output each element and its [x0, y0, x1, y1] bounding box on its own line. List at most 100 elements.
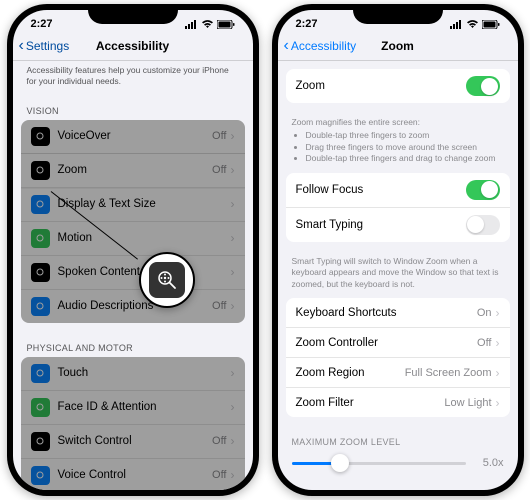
slider-value: 5.0x: [474, 457, 504, 469]
nav-bar: ‹ Accessibility Zoom: [278, 32, 518, 61]
focus-group: Follow Focus Smart Typing: [286, 173, 510, 242]
max-zoom-slider[interactable]: [292, 462, 466, 465]
cell-value: Full Screen Zoom: [405, 367, 492, 379]
follow-focus-toggle[interactable]: [466, 180, 500, 200]
max-zoom-header: MAXIMUM ZOOM LEVEL: [278, 427, 518, 451]
cell-label: Zoom Region: [296, 367, 405, 379]
battery-icon: [482, 20, 500, 29]
chevron-right-icon: ›: [231, 163, 235, 177]
section-header-vision: VISION: [13, 96, 253, 120]
cell-zoom-controller[interactable]: Zoom ControllerOff›: [286, 328, 510, 358]
status-icons: [450, 18, 500, 30]
chevron-left-icon: ‹: [284, 38, 289, 54]
clock: 2:27: [31, 18, 53, 30]
zoom-lens-icon: [156, 269, 178, 291]
cell-touch[interactable]: Touch›: [21, 357, 245, 391]
cell-value: Low Light: [444, 397, 491, 409]
phone-accessibility: 2:27 ‹ Settings Accessibility Accessibil…: [7, 4, 259, 496]
cell-value: Off: [212, 469, 226, 481]
cell-label: Keyboard Shortcuts: [296, 307, 477, 319]
chevron-right-icon: ›: [231, 468, 235, 482]
cell-value: Off: [212, 435, 226, 447]
zoom-icon-callout: [139, 252, 195, 308]
zoom-toggle-group: Zoom: [286, 69, 510, 103]
cellular-icon: [450, 20, 463, 29]
zoom-description: Zoom magnifies the entire screen: Double…: [278, 113, 518, 173]
row-icon: [31, 466, 50, 485]
cell-value: Off: [212, 130, 226, 142]
cell-voice-control[interactable]: Voice ControlOff ›: [21, 459, 245, 490]
back-button[interactable]: ‹ Settings: [13, 38, 70, 54]
row-icon: [31, 398, 50, 417]
chevron-right-icon: ›: [231, 231, 235, 245]
wifi-icon: [466, 20, 479, 29]
chevron-right-icon: ›: [231, 299, 235, 313]
cell-value: On: [477, 307, 492, 319]
battery-icon: [217, 20, 235, 29]
cell-audio-descriptions[interactable]: Audio DescriptionsOff ›: [21, 290, 245, 323]
cell-motion[interactable]: Motion›: [21, 222, 245, 256]
chevron-right-icon: ›: [496, 336, 500, 350]
chevron-left-icon: ‹: [19, 38, 24, 54]
cell-label: Touch: [58, 367, 231, 379]
cell-label: Voice Control: [58, 469, 213, 481]
cell-smart-typing[interactable]: Smart Typing: [286, 208, 510, 242]
smart-typing-description: Smart Typing will switch to Window Zoom …: [278, 252, 518, 298]
zoom-options-group: Keyboard ShortcutsOn›Zoom ControllerOff›…: [286, 298, 510, 417]
cell-label: VoiceOver: [58, 130, 213, 142]
back-label: Settings: [26, 39, 69, 53]
cell-zoom[interactable]: ZoomOff ›: [21, 154, 245, 188]
cell-label: Audio Descriptions: [58, 300, 213, 312]
chevron-right-icon: ›: [496, 306, 500, 320]
cell-value: Off: [212, 164, 226, 176]
row-icon: [31, 364, 50, 383]
cell-label: Zoom: [58, 164, 213, 176]
cell-voiceover[interactable]: VoiceOverOff ›: [21, 120, 245, 154]
cell-label: Zoom: [296, 80, 466, 92]
cell-follow-focus[interactable]: Follow Focus: [286, 173, 510, 208]
chevron-right-icon: ›: [231, 434, 235, 448]
intro-text: Accessibility features help you customiz…: [13, 61, 253, 96]
zoom-toggle[interactable]: [466, 76, 500, 96]
chevron-right-icon: ›: [496, 396, 500, 410]
chevron-right-icon: ›: [231, 129, 235, 143]
row-icon: [31, 161, 50, 180]
cell-label: Motion: [58, 232, 231, 244]
cell-zoom[interactable]: Zoom: [286, 69, 510, 103]
max-zoom-slider-row: 5.0x: [278, 451, 518, 483]
section-header-motor: PHYSICAL AND MOTOR: [13, 333, 253, 357]
cell-value: Off: [477, 337, 491, 349]
chevron-right-icon: ›: [231, 400, 235, 414]
back-label: Accessibility: [291, 39, 356, 53]
cellular-icon: [185, 20, 198, 29]
chevron-right-icon: ›: [231, 265, 235, 279]
cell-switch-control[interactable]: Switch ControlOff ›: [21, 425, 245, 459]
row-icon: [31, 195, 50, 214]
cell-label: Face ID & Attention: [58, 401, 231, 413]
cell-label: Display & Text Size: [58, 198, 231, 210]
row-icon: [31, 432, 50, 451]
cell-face-id-attention[interactable]: Face ID & Attention›: [21, 391, 245, 425]
slider-thumb[interactable]: [331, 454, 349, 472]
cell-keyboard-shortcuts[interactable]: Keyboard ShortcutsOn ›: [286, 298, 510, 328]
chevron-right-icon: ›: [231, 197, 235, 211]
cell-label: Switch Control: [58, 435, 213, 447]
clock: 2:27: [296, 18, 318, 30]
row-icon: [31, 127, 50, 146]
cell-value: Off: [212, 300, 226, 312]
notch: [353, 4, 443, 24]
status-icons: [185, 18, 235, 30]
cell-zoom-filter[interactable]: Zoom FilterLow Light ›: [286, 388, 510, 417]
nav-bar: ‹ Settings Accessibility: [13, 32, 253, 61]
back-button[interactable]: ‹ Accessibility: [278, 38, 357, 54]
notch: [88, 4, 178, 24]
row-icon: [31, 229, 50, 248]
chevron-right-icon: ›: [231, 366, 235, 380]
cell-label: Zoom Filter: [296, 397, 445, 409]
cell-zoom-region[interactable]: Zoom RegionFull Screen Zoom›: [286, 358, 510, 388]
cell-spoken-content[interactable]: Spoken Content›: [21, 256, 245, 290]
wifi-icon: [201, 20, 214, 29]
cell-label: Smart Typing: [296, 219, 466, 231]
vision-group: VoiceOverOff›ZoomOff›Display & Text Size…: [21, 120, 245, 323]
smart-typing-toggle[interactable]: [466, 215, 500, 235]
